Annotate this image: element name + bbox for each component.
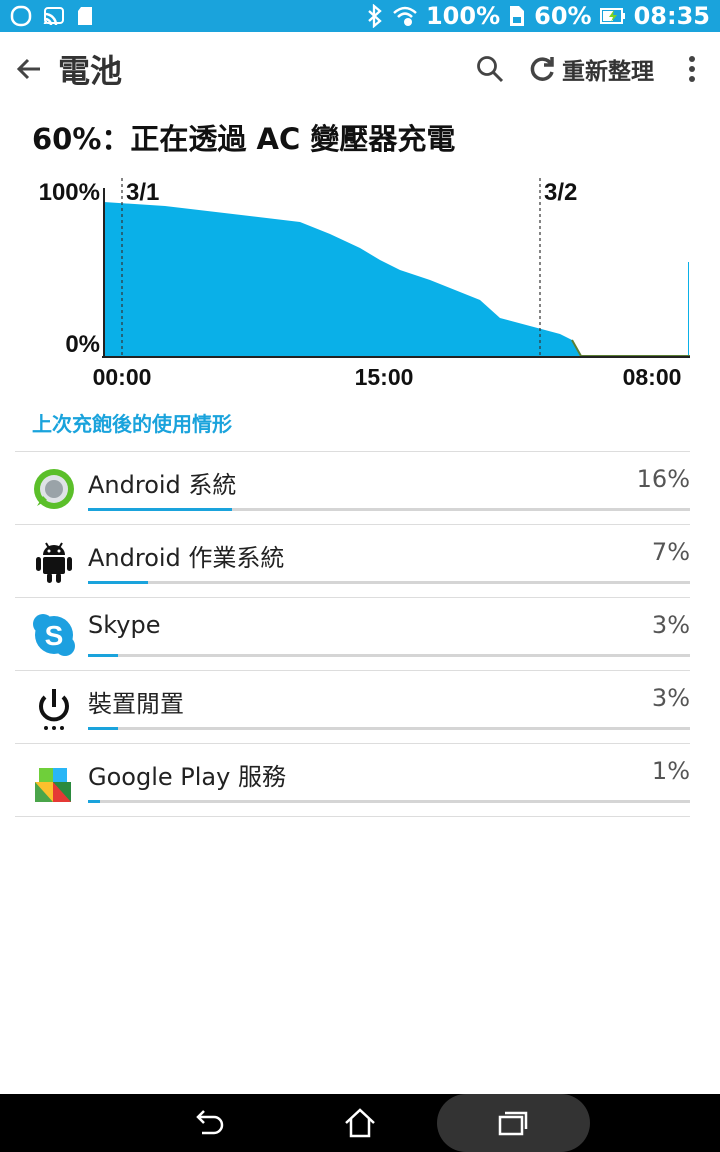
charging-battery-icon bbox=[599, 8, 625, 24]
android-robot-icon bbox=[36, 542, 72, 583]
charging-spike bbox=[688, 262, 689, 356]
app-name: Android 系統 bbox=[88, 471, 237, 499]
usage-percent: 3% bbox=[651, 611, 690, 639]
usage-bar-fill bbox=[88, 581, 149, 584]
nav-back-button[interactable] bbox=[170, 1094, 246, 1152]
search-button[interactable] bbox=[462, 32, 518, 106]
usage-row-device-idle[interactable]: 裝置閒置 3% bbox=[15, 671, 690, 744]
x-tick-2: 15:00 bbox=[355, 364, 414, 390]
back-button[interactable] bbox=[0, 32, 58, 106]
svg-text:S: S bbox=[45, 620, 64, 651]
wifi-signal-text: 100% bbox=[425, 2, 501, 30]
bluetooth-icon bbox=[368, 4, 382, 28]
app-bar: 電池 重新整理 bbox=[0, 32, 720, 106]
refresh-icon bbox=[530, 57, 554, 81]
notification-circle-icon bbox=[10, 5, 32, 27]
refresh-button[interactable]: 重新整理 bbox=[518, 32, 664, 106]
battery-status-text: 60%：正在透過 AC 變壓器充電 bbox=[32, 122, 456, 156]
wifi-icon bbox=[393, 6, 417, 26]
sd-card-icon bbox=[78, 7, 92, 25]
usage-bar-fill bbox=[88, 800, 101, 803]
battery-level-area bbox=[104, 202, 580, 356]
usage-list: Android 系統 16% Android 作業系統 7% S Skype 3… bbox=[15, 451, 690, 817]
usage-section-label: 上次充飽後的使用情形 bbox=[32, 412, 232, 436]
battery-line bbox=[571, 339, 690, 357]
arrow-left-icon bbox=[16, 58, 40, 80]
nav-home-button[interactable] bbox=[322, 1094, 398, 1152]
recent-apps-icon bbox=[498, 1111, 528, 1136]
usage-percent: 7% bbox=[651, 538, 690, 566]
usage-bar-fill bbox=[88, 654, 119, 657]
app-name: 裝置閒置 bbox=[88, 690, 184, 718]
sim-icon bbox=[510, 6, 525, 26]
cast-icon bbox=[43, 7, 64, 26]
usage-percent: 16% bbox=[636, 465, 690, 493]
home-icon bbox=[345, 1108, 375, 1138]
x-tick-3: 08:00 bbox=[623, 364, 682, 390]
app-name: Android 作業系統 bbox=[88, 544, 285, 572]
more-vert-icon bbox=[689, 56, 695, 82]
navigation-bar bbox=[0, 1094, 720, 1152]
usage-row-skype[interactable]: S Skype 3% bbox=[15, 598, 690, 671]
back-arrow-icon bbox=[196, 1110, 224, 1135]
skype-icon: S bbox=[33, 614, 75, 656]
usage-bar-track bbox=[88, 581, 690, 584]
overflow-menu-button[interactable] bbox=[664, 32, 720, 106]
x-tick-1: 00:00 bbox=[93, 364, 152, 390]
usage-row-google-play-services[interactable]: Google Play 服務 1% bbox=[15, 744, 690, 817]
power-icon bbox=[39, 689, 69, 730]
app-name: Google Play 服務 bbox=[88, 763, 286, 791]
y-label-min: 0% bbox=[65, 331, 100, 358]
page-title: 電池 bbox=[58, 52, 123, 90]
battery-history-chart: 100% 0% 3/1 3/2 00:00 15:00 08:00 bbox=[0, 168, 720, 398]
date-marker-2: 3/2 bbox=[544, 179, 577, 206]
usage-percent: 3% bbox=[651, 684, 690, 712]
battery-percent-text: 60% bbox=[534, 2, 592, 30]
y-label-max: 100% bbox=[39, 179, 100, 206]
usage-row-android-os[interactable]: Android 作業系統 7% bbox=[15, 525, 690, 598]
status-bar: 100% 60% 08:35 bbox=[0, 0, 720, 32]
usage-bar-fill bbox=[88, 727, 119, 730]
usage-bar-track bbox=[88, 727, 690, 730]
usage-bar-track bbox=[88, 508, 690, 511]
app-name: Skype bbox=[88, 611, 161, 639]
usage-percent: 1% bbox=[651, 757, 690, 785]
usage-bar-track bbox=[88, 654, 690, 657]
search-icon bbox=[477, 56, 504, 83]
google-play-services-icon bbox=[35, 768, 71, 802]
clock: 08:35 bbox=[633, 2, 710, 30]
usage-row-android-system[interactable]: Android 系統 16% bbox=[15, 452, 690, 525]
android-system-icon bbox=[34, 469, 74, 509]
refresh-label: 重新整理 bbox=[562, 59, 654, 85]
date-marker-1: 3/1 bbox=[126, 179, 159, 206]
usage-bar-track bbox=[88, 800, 690, 803]
usage-bar-fill bbox=[88, 508, 233, 511]
nav-recents-button[interactable] bbox=[475, 1094, 551, 1152]
